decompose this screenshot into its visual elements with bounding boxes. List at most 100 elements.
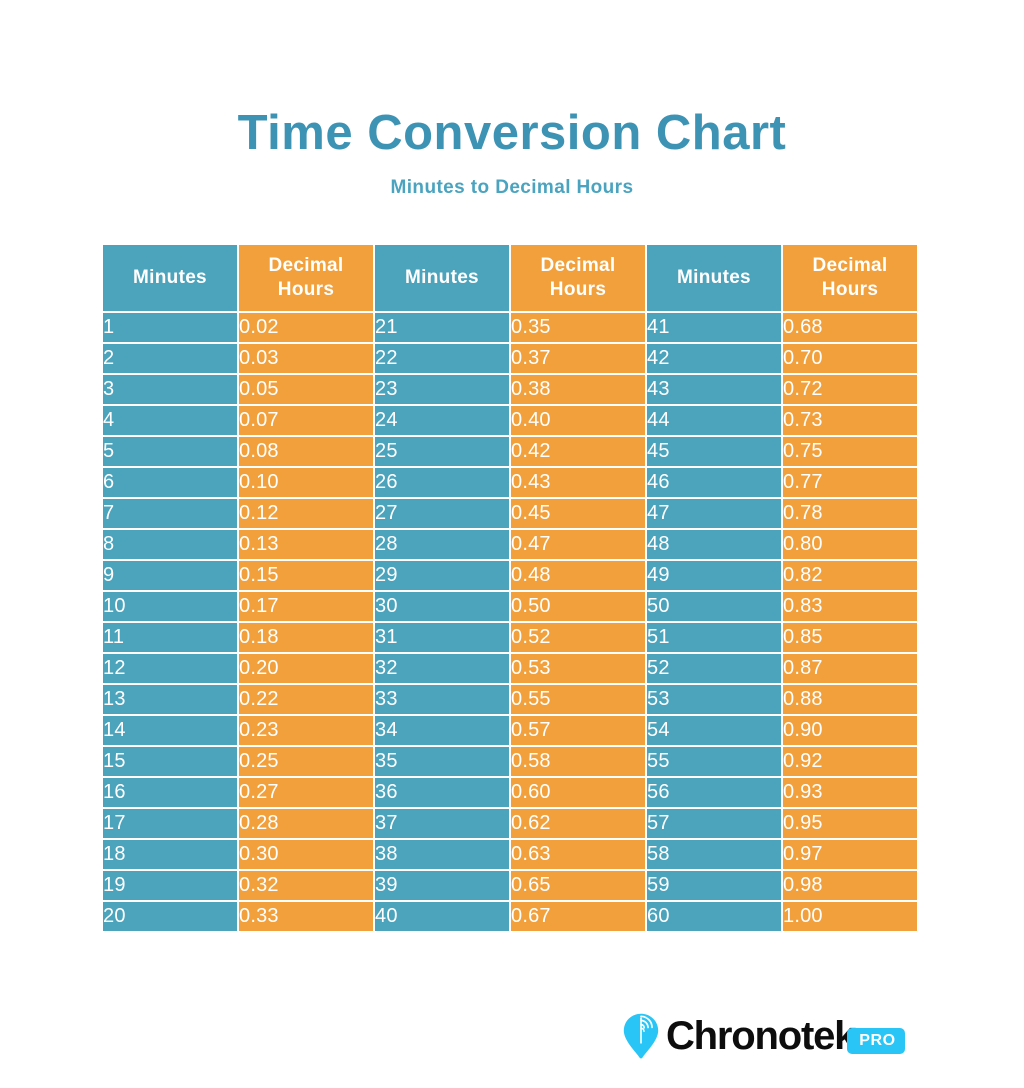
- cell-decimal-hours: 0.27: [239, 778, 373, 807]
- cell-decimal-hours: 0.43: [511, 468, 645, 497]
- cell-minutes: 24: [375, 406, 509, 435]
- cell-minutes: 11: [103, 623, 237, 652]
- cell-minutes: 4: [103, 406, 237, 435]
- cell-minutes: 15: [103, 747, 237, 776]
- cell-decimal-hours: 0.87: [783, 654, 917, 683]
- cell-decimal-hours: 0.15: [239, 561, 373, 590]
- cell-decimal-hours: 0.80: [783, 530, 917, 559]
- cell-decimal-hours: 0.32: [239, 871, 373, 900]
- cell-minutes: 10: [103, 592, 237, 621]
- table-row: 20 0.33 40 0.67 60 1.00: [103, 902, 917, 931]
- cell-decimal-hours: 0.38: [511, 375, 645, 404]
- cell-decimal-hours: 0.68: [783, 313, 917, 342]
- table-row: 9 0.15 29 0.48 49 0.82: [103, 561, 917, 590]
- cell-minutes: 54: [647, 716, 781, 745]
- cell-minutes: 18: [103, 840, 237, 869]
- cell-decimal-hours: 0.52: [511, 623, 645, 652]
- table-header: Minutes Decimal Hours Minutes Decimal Ho…: [103, 245, 917, 311]
- cell-minutes: 35: [375, 747, 509, 776]
- table-row: 4 0.07 24 0.40 44 0.73: [103, 406, 917, 435]
- cell-minutes: 41: [647, 313, 781, 342]
- table-row: 12 0.20 32 0.53 52 0.87: [103, 654, 917, 683]
- column-header-minutes-3: Minutes: [647, 245, 781, 311]
- cell-decimal-hours: 0.07: [239, 406, 373, 435]
- cell-minutes: 14: [103, 716, 237, 745]
- cell-decimal-hours: 0.03: [239, 344, 373, 373]
- cell-decimal-hours: 0.53: [511, 654, 645, 683]
- column-header-decimal-hours-1: Decimal Hours: [239, 245, 373, 311]
- cell-minutes: 21: [375, 313, 509, 342]
- cell-decimal-hours: 0.88: [783, 685, 917, 714]
- cell-minutes: 39: [375, 871, 509, 900]
- cell-decimal-hours: 0.70: [783, 344, 917, 373]
- cell-minutes: 42: [647, 344, 781, 373]
- cell-minutes: 25: [375, 437, 509, 466]
- cell-decimal-hours: 0.20: [239, 654, 373, 683]
- table-row: 8 0.13 28 0.47 48 0.80: [103, 530, 917, 559]
- cell-minutes: 57: [647, 809, 781, 838]
- table-row: 5 0.08 25 0.42 45 0.75: [103, 437, 917, 466]
- cell-decimal-hours: 0.30: [239, 840, 373, 869]
- cell-decimal-hours: 0.40: [511, 406, 645, 435]
- cell-minutes: 22: [375, 344, 509, 373]
- column-header-decimal-hours-3: Decimal Hours: [783, 245, 917, 311]
- cell-minutes: 48: [647, 530, 781, 559]
- cell-decimal-hours: 0.37: [511, 344, 645, 373]
- table-row: 17 0.28 37 0.62 57 0.95: [103, 809, 917, 838]
- cell-minutes: 28: [375, 530, 509, 559]
- cell-minutes: 31: [375, 623, 509, 652]
- cell-decimal-hours: 0.67: [511, 902, 645, 931]
- cell-decimal-hours: 0.45: [511, 499, 645, 528]
- cell-decimal-hours: 0.23: [239, 716, 373, 745]
- cell-minutes: 51: [647, 623, 781, 652]
- cell-decimal-hours: 0.18: [239, 623, 373, 652]
- cell-minutes: 19: [103, 871, 237, 900]
- table-row: 14 0.23 34 0.57 54 0.90: [103, 716, 917, 745]
- table-row: 16 0.27 36 0.60 56 0.93: [103, 778, 917, 807]
- cell-minutes: 47: [647, 499, 781, 528]
- table-header-row: Minutes Decimal Hours Minutes Decimal Ho…: [103, 245, 917, 311]
- cell-minutes: 60: [647, 902, 781, 931]
- cell-decimal-hours: 0.62: [511, 809, 645, 838]
- cell-minutes: 7: [103, 499, 237, 528]
- cell-decimal-hours: 0.82: [783, 561, 917, 590]
- cell-minutes: 29: [375, 561, 509, 590]
- cell-minutes: 50: [647, 592, 781, 621]
- cell-decimal-hours: 0.83: [783, 592, 917, 621]
- cell-decimal-hours: 0.47: [511, 530, 645, 559]
- page-title: Time Conversion Chart: [237, 106, 787, 160]
- cell-decimal-hours: 0.33: [239, 902, 373, 931]
- cell-decimal-hours: 0.90: [783, 716, 917, 745]
- cell-minutes: 45: [647, 437, 781, 466]
- logo-pro-badge: PRO: [847, 1028, 905, 1054]
- table-row: 15 0.25 35 0.58 55 0.92: [103, 747, 917, 776]
- cell-decimal-hours: 0.95: [783, 809, 917, 838]
- conversion-table-wrapper: Minutes Decimal Hours Minutes Decimal Ho…: [101, 243, 917, 933]
- table-row: 7 0.12 27 0.45 47 0.78: [103, 499, 917, 528]
- cell-decimal-hours: 0.97: [783, 840, 917, 869]
- cell-decimal-hours: 0.17: [239, 592, 373, 621]
- cell-minutes: 8: [103, 530, 237, 559]
- cell-decimal-hours: 0.05: [239, 375, 373, 404]
- table-body: 1 0.02 21 0.35 41 0.68 2 0.03 22 0.37 42 0.70 3 0.05 2…: [103, 313, 917, 931]
- table-row: 10 0.17 30 0.50 50 0.83: [103, 592, 917, 621]
- cell-minutes: 58: [647, 840, 781, 869]
- cell-minutes: 44: [647, 406, 781, 435]
- cell-decimal-hours: 0.50: [511, 592, 645, 621]
- cell-minutes: 5: [103, 437, 237, 466]
- cell-decimal-hours: 0.93: [783, 778, 917, 807]
- cell-decimal-hours: 0.08: [239, 437, 373, 466]
- cell-minutes: 37: [375, 809, 509, 838]
- column-header-minutes-2: Minutes: [375, 245, 509, 311]
- cell-decimal-hours: 0.72: [783, 375, 917, 404]
- cell-decimal-hours: 0.78: [783, 499, 917, 528]
- table-row: 19 0.32 39 0.65 59 0.98: [103, 871, 917, 900]
- cell-decimal-hours: 0.12: [239, 499, 373, 528]
- column-header-decimal-hours-2: Decimal Hours: [511, 245, 645, 311]
- cell-minutes: 56: [647, 778, 781, 807]
- cell-decimal-hours: 0.98: [783, 871, 917, 900]
- logo-wordmark: Chronotek: [666, 1014, 856, 1058]
- cell-decimal-hours: 0.63: [511, 840, 645, 869]
- cell-minutes: 32: [375, 654, 509, 683]
- table-row: 13 0.22 33 0.55 53 0.88: [103, 685, 917, 714]
